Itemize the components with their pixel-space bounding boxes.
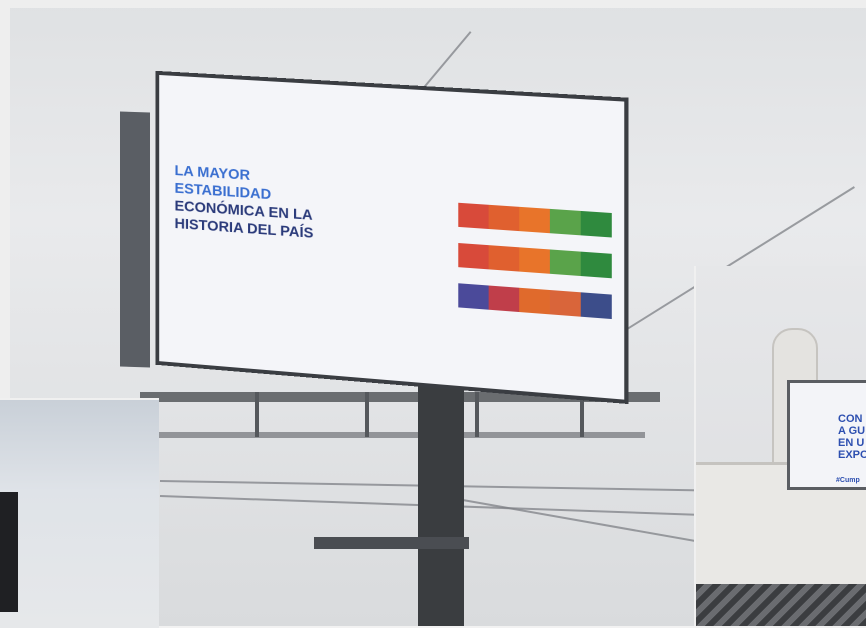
screen-line: CON [838,413,863,425]
led-screen: CON A GU EN U EXPO #Cump [787,380,866,490]
rating-segment [458,202,489,230]
rating-row [392,238,618,279]
rating-segment [519,287,550,315]
screen-line: EN U [838,437,865,449]
screen-hashtag: #Cump [836,477,860,484]
catwalk-post [475,392,479,437]
catwalk-post [255,392,259,437]
rating-row [392,198,618,238]
frame-top [0,0,866,8]
right-inset-photo: CON A GU EN U EXPO #Cump [694,266,866,626]
rating-segment [580,251,612,279]
rating-row [392,278,618,320]
catwalk-post [365,392,369,437]
rating-segment [519,247,550,274]
rating-row-label [392,290,458,295]
rating-segment [488,245,520,272]
bridge-railing [696,584,866,626]
billboard-rating-rows [392,198,618,336]
rating-segment [580,292,612,320]
rating-segment [458,283,489,310]
dark-structure [0,492,18,612]
rating-bar [458,283,612,320]
screen-line: EXPO [838,449,866,461]
billboard-pole [418,385,464,626]
rating-segment [549,208,581,236]
rating-segment [549,249,581,277]
rating-bar [458,202,612,238]
power-line [439,495,697,543]
screen-headline: CON A GU EN U EXPO [838,413,866,461]
billboard-side [120,111,150,368]
rating-segment [549,290,581,317]
rating-row-label [392,210,458,214]
rating-bar [458,243,612,279]
screen-line: A GU [838,425,866,437]
rating-segment [488,204,520,232]
rating-segment [458,243,489,270]
left-inset-photo [0,398,159,628]
rating-segment [519,206,550,234]
billboard: LA MAYOR ESTABILIDAD ECONÓMICA EN LA HIS… [155,70,629,405]
billboard-headline: LA MAYOR ESTABILIDAD ECONÓMICA EN LA HIS… [175,162,371,247]
rating-row-label [392,250,458,255]
street-photo: LA MAYOR ESTABILIDAD ECONÓMICA EN LA HIS… [0,0,866,628]
billboard-catwalk-rail [145,432,645,438]
rating-segment [580,210,612,238]
rating-segment [488,285,520,313]
utility-crossarm [314,537,469,549]
